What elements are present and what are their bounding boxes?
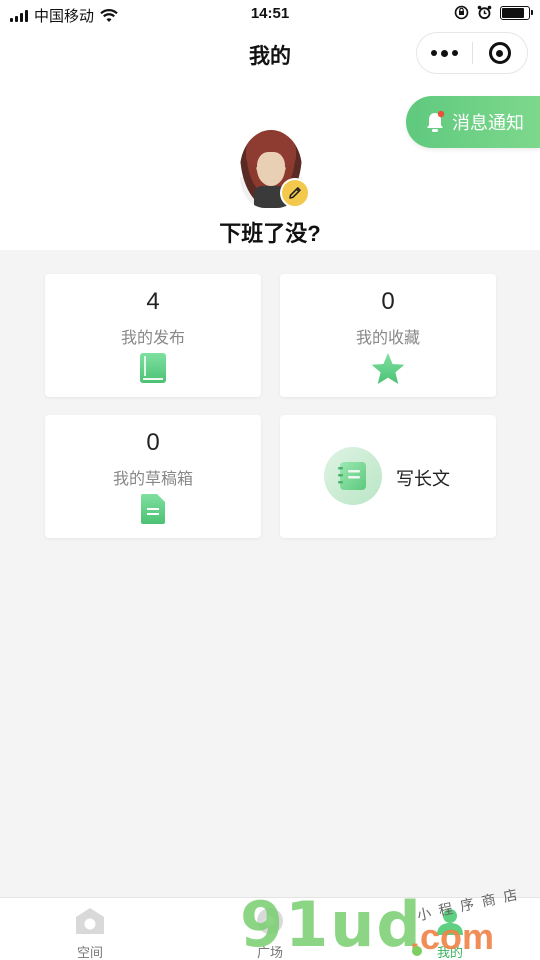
nickname: 下班了没?	[219, 221, 321, 246]
favorites-count: 0	[381, 288, 395, 315]
published-label: 我的发布	[120, 330, 185, 347]
more-dots-icon[interactable]	[417, 49, 472, 57]
target-close-icon[interactable]	[473, 42, 528, 64]
card-my-published[interactable]: 4 我的发布	[45, 274, 261, 397]
avatar-wrapper[interactable]	[240, 130, 310, 208]
document-icon	[141, 494, 165, 524]
notification-label: 消息通知	[452, 113, 524, 133]
card-my-favorites[interactable]: 0 我的收藏	[280, 274, 496, 397]
battery-icon	[500, 5, 533, 20]
tab-space[interactable]: 空间	[0, 898, 180, 960]
write-icon-circle	[324, 447, 382, 505]
drafts-count: 0	[146, 429, 160, 456]
orientation-lock-icon	[454, 5, 469, 20]
favorites-label: 我的收藏	[355, 330, 420, 347]
notebook-icon	[338, 462, 366, 490]
published-count: 4	[146, 288, 160, 315]
tab-mine-label: 我的	[436, 945, 463, 960]
battery-fill	[502, 7, 525, 18]
home-icon	[76, 908, 104, 934]
tab-space-label: 空间	[76, 945, 103, 960]
write-label: 写长文	[396, 469, 450, 489]
tab-plaza[interactable]: 广场	[180, 898, 360, 960]
profile-icon	[437, 909, 463, 935]
notification-button[interactable]: 消息通知	[406, 96, 540, 148]
tab-bar: 空间 广场 我的	[0, 897, 540, 960]
tab-mine[interactable]: 我的	[360, 898, 540, 960]
mini-program-capsule	[416, 32, 528, 74]
alarm-icon	[477, 5, 492, 20]
nav-header: 我的	[0, 28, 540, 80]
card-my-drafts[interactable]: 0 我的草稿箱	[45, 415, 261, 538]
book-icon	[140, 353, 166, 383]
profile-section: 消息通知 下班了没?	[0, 80, 540, 250]
drafts-label: 我的草稿箱	[112, 471, 193, 488]
star-icon	[371, 353, 405, 384]
status-right	[454, 5, 533, 20]
status-bar: 中国移动 14:51	[0, 0, 540, 28]
card-write-long-article[interactable]: 写长文	[280, 415, 496, 538]
edit-pencil-icon[interactable]	[280, 178, 310, 208]
bell-icon	[427, 110, 445, 132]
tab-plaza-label: 广场	[256, 945, 283, 960]
plaza-icon	[257, 908, 283, 934]
